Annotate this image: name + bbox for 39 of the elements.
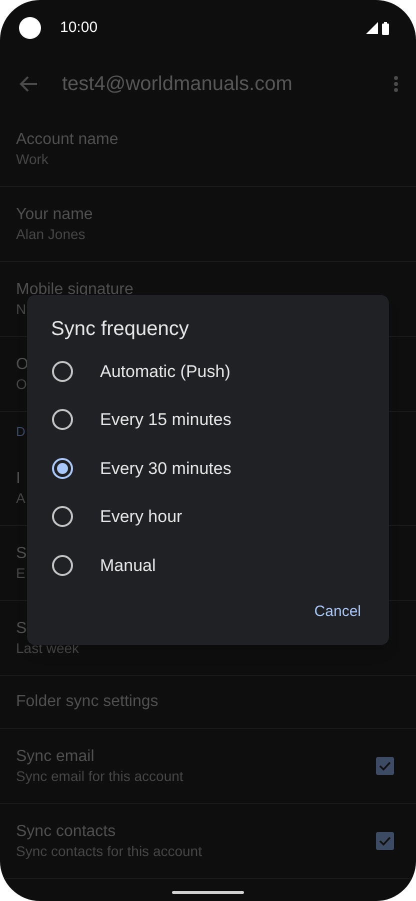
status-time: 10:00 xyxy=(60,18,98,38)
setting-title: S xyxy=(16,544,27,564)
app-bar-title: test4@worldmanuals.com xyxy=(62,72,292,97)
setting-value: Alan Jones xyxy=(16,224,86,244)
radio-option[interactable]: Manual xyxy=(27,541,389,590)
setting-title: S xyxy=(16,618,27,638)
setting-title: Your name xyxy=(16,204,93,224)
home-indicator xyxy=(172,891,244,894)
checkbox[interactable] xyxy=(376,832,394,850)
cancel-button[interactable]: Cancel xyxy=(310,596,365,627)
section-header: D xyxy=(16,422,26,441)
battery-icon xyxy=(382,22,389,34)
check-icon xyxy=(379,836,391,846)
setting-title: I xyxy=(16,468,20,488)
setting-value: Sync email for this account xyxy=(16,766,184,786)
radio-button[interactable] xyxy=(52,554,73,576)
setting-value: E xyxy=(16,564,26,582)
radio-option[interactable]: Every hour xyxy=(27,492,389,541)
radio-button[interactable] xyxy=(52,458,73,479)
signal-icon xyxy=(366,22,378,34)
setting-value: Work xyxy=(16,150,48,168)
setting-value: A xyxy=(16,488,26,508)
setting-title: Mobile signature xyxy=(16,280,134,300)
radio-option[interactable]: Every 30 minutes xyxy=(27,444,389,492)
setting-title: Sync email xyxy=(16,746,94,766)
radio-button[interactable] xyxy=(52,409,73,430)
setting-title: Account name xyxy=(16,130,118,150)
setting-value: Sync contacts for this account xyxy=(16,842,202,860)
setting-value: N xyxy=(16,300,26,318)
radio-option[interactable]: Every 15 minutes xyxy=(27,396,389,444)
check-icon xyxy=(379,761,391,771)
radio-button[interactable] xyxy=(52,360,73,382)
radio-option[interactable]: Automatic (Push) xyxy=(27,347,389,396)
radio-button[interactable] xyxy=(52,506,73,528)
setting-title: Sync contacts xyxy=(16,822,116,842)
camera-icon xyxy=(19,17,41,39)
dialog-title: Sync frequency xyxy=(51,317,189,342)
setting-value: O xyxy=(16,374,27,394)
checkbox[interactable] xyxy=(376,757,394,775)
